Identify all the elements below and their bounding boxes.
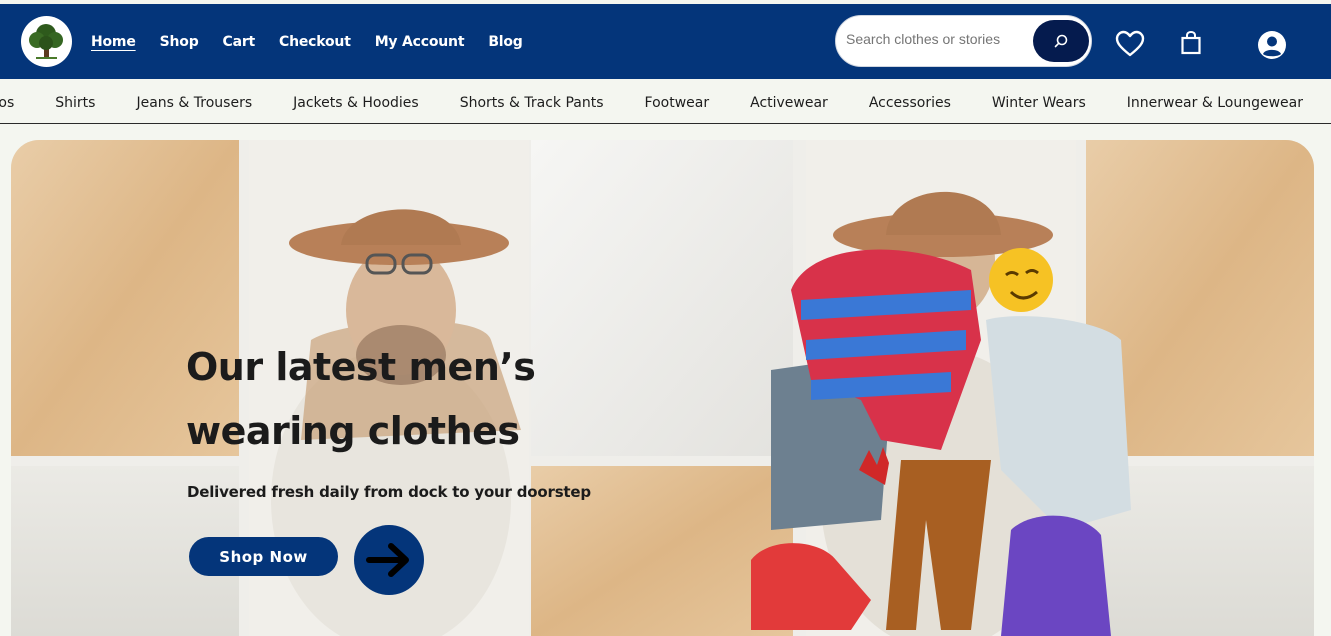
hero-arrow-button[interactable] [354, 525, 424, 595]
search-icon [1054, 34, 1068, 48]
category-shorts-track-pants[interactable]: Shorts & Track Pants [460, 95, 604, 111]
category-bar: Polos Shirts Jeans & Trousers Jackets & … [0, 79, 1331, 124]
search-button[interactable] [1033, 20, 1089, 62]
category-jackets-hoodies[interactable]: Jackets & Hoodies [293, 95, 419, 111]
nav-cart[interactable]: Cart [223, 34, 256, 50]
category-innerwear-loungewear[interactable]: Innerwear & Loungewear [1127, 95, 1303, 111]
main-nav: Home Shop Cart Checkout My Account Blog [91, 34, 547, 50]
user-account-icon[interactable] [1257, 30, 1287, 60]
category-shirts[interactable]: Shirts [55, 95, 95, 111]
nav-checkout[interactable]: Checkout [279, 34, 351, 50]
category-list: Polos Shirts Jeans & Trousers Jackets & … [0, 95, 1331, 111]
nav-my-account[interactable]: My Account [375, 34, 465, 50]
hero-headline-line-1: Our latest men’s [186, 345, 536, 389]
hero-headline-line-2: wearing clothes [186, 409, 520, 453]
top-navigation-bar: Home Shop Cart Checkout My Account Blog [0, 4, 1331, 79]
category-activewear[interactable]: Activewear [750, 95, 828, 111]
shopping-bag-icon[interactable] [1180, 30, 1202, 56]
search-box [835, 15, 1092, 67]
nav-shop[interactable]: Shop [160, 34, 199, 50]
category-footwear[interactable]: Footwear [645, 95, 710, 111]
hero-headline: Our latest men’s wearing clothes [186, 335, 606, 463]
category-accessories[interactable]: Accessories [869, 95, 951, 111]
category-jeans-trousers[interactable]: Jeans & Trousers [136, 95, 252, 111]
shop-now-button[interactable]: Shop Now [189, 537, 338, 576]
tree-logo-icon[interactable] [21, 16, 72, 67]
nav-blog[interactable]: Blog [488, 34, 523, 50]
nav-home[interactable]: Home [91, 34, 136, 50]
heart-icon[interactable] [1115, 30, 1145, 58]
category-winter-wears[interactable]: Winter Wears [992, 95, 1086, 111]
hero-subline: Delivered fresh daily from dock to your … [187, 483, 591, 501]
search-input[interactable] [844, 30, 1033, 48]
arrow-right-icon [366, 543, 409, 577]
category-polos[interactable]: Polos [0, 95, 14, 111]
